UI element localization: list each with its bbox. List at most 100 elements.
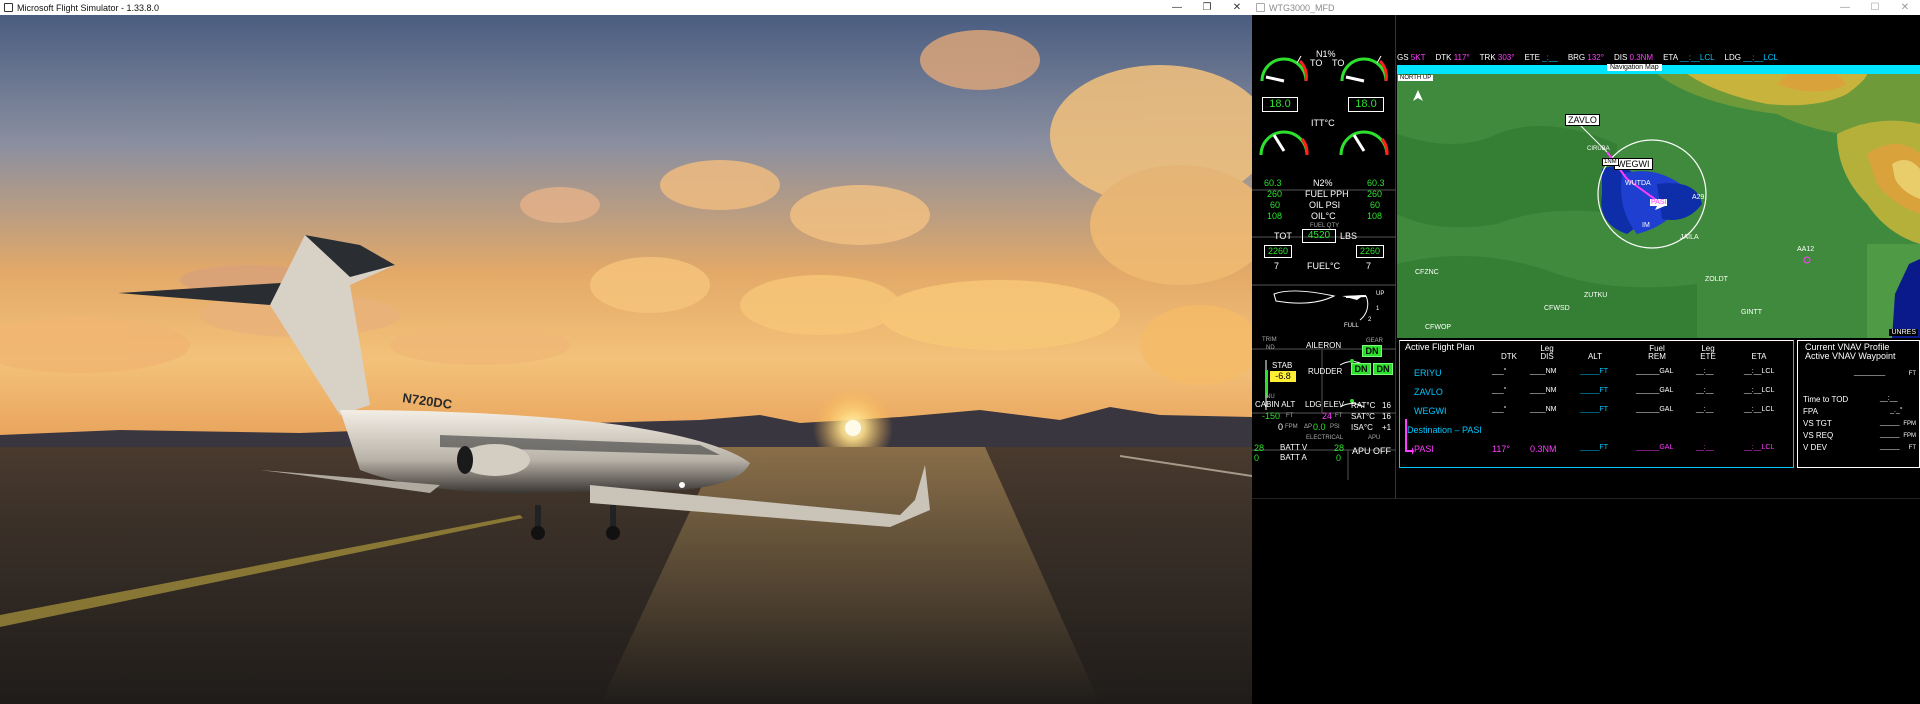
restore-button[interactable]: ❐ <box>1192 0 1222 15</box>
flight-plan-row[interactable]: WEGWI ___° ____NM _____FT ______GAL __:_… <box>1400 406 1795 420</box>
flight-plan-row[interactable]: ERIYU ___° ____NM _____FT ______GAL __:_… <box>1400 368 1795 382</box>
waypoint-cfznc[interactable]: CFZNC <box>1415 269 1439 276</box>
waypoint-cfwsd[interactable]: CFWSD <box>1544 305 1570 312</box>
trk-value: 303° <box>1497 52 1515 62</box>
map-title: Navigation Map <box>1607 64 1662 71</box>
fs-titlebar[interactable]: Microsoft Flight Simulator - 1.33.8.0 — … <box>0 0 1252 15</box>
row-alt: _____FT <box>1580 406 1609 413</box>
waypoint-wutda[interactable]: WUTDA <box>1625 180 1651 187</box>
trk-label: TRK <box>1479 52 1496 62</box>
vnav-vs-tgt-label: VS TGT <box>1803 419 1832 428</box>
waypoint-cfwop[interactable]: CFWOP <box>1425 324 1451 331</box>
flaps-2-label: 2 <box>1368 317 1372 323</box>
n1-to-left: TO <box>1310 58 1323 68</box>
fs-window-title: Microsoft Flight Simulator - 1.33.8.0 <box>17 2 160 13</box>
fuel-flow-label: FUEL PPH <box>1305 189 1349 199</box>
flight-plan-active-row[interactable]: PASI 117° 0.3NM _____FT ______GAL __:__ … <box>1400 444 1795 458</box>
map-range[interactable]: 1NM <box>1602 158 1619 166</box>
vnav-vs-req-unit: FPM <box>1903 433 1916 439</box>
flight-plan-title: Active Flight Plan <box>1405 342 1475 352</box>
fuel-temp-label: FUEL°C <box>1307 261 1341 271</box>
row-waypoint: ZAVLO <box>1414 387 1443 397</box>
n2-left: 60.3 <box>1264 178 1282 188</box>
close-button[interactable]: ✕ <box>1222 0 1252 15</box>
flight-simulator-window[interactable]: Microsoft Flight Simulator - 1.33.8.0 — … <box>0 0 1252 704</box>
fuel-right-readout: 2260 <box>1356 245 1384 258</box>
waypoint-gintt[interactable]: GINTT <box>1741 309 1762 316</box>
cabin-alt-unit: FT <box>1286 413 1294 419</box>
minimize-button[interactable]: — <box>1162 0 1192 15</box>
trim-label: TRIM <box>1262 337 1277 343</box>
app-icon <box>4 3 13 12</box>
flight-plan-row[interactable]: ZAVLO ___° ____NM _____FT ______GAL __:_… <box>1400 387 1795 401</box>
ldg-elev-value: 24 <box>1322 411 1333 421</box>
n2-label: N2% <box>1313 178 1333 188</box>
batt-a-left: 0 <box>1254 453 1260 463</box>
map-declutter-mode[interactable]: UNRES <box>1889 329 1918 336</box>
waypoint-jaila[interactable]: JAILA <box>1680 234 1699 241</box>
oil-psi-right: 60 <box>1370 200 1381 210</box>
delta-p-label: ΔP <box>1304 424 1313 430</box>
fuel-left-readout: 2260 <box>1264 245 1292 258</box>
vnav-subtitle: Active VNAV Waypoint <box>1805 351 1896 361</box>
brg-label: BRG <box>1567 52 1586 62</box>
batt-v-left: 28 <box>1254 443 1265 453</box>
row-waypoint: ERIYU <box>1414 368 1442 378</box>
vnav-fpa-value: _._° <box>1890 407 1903 414</box>
gear-nose-indicator: DN <box>1362 345 1382 357</box>
waypoint-pasi[interactable]: PASI <box>1650 199 1668 206</box>
waypoint-zavlo[interactable]: ZAVLO <box>1565 114 1600 126</box>
waypoint-zutku[interactable]: ZUTKU <box>1584 292 1607 299</box>
row-fuel: ______GAL <box>1636 406 1674 413</box>
mfd-titlebar[interactable]: WTG3000_MFD — ☐ ✕ <box>1252 0 1920 15</box>
waypoint-wegwi[interactable]: WEGWI <box>1614 158 1653 170</box>
sim-viewport[interactable]: N720DC <box>0 15 1252 704</box>
eta-label: ETA <box>1663 52 1678 62</box>
stab-label: STAB <box>1272 361 1293 370</box>
dtk-label: DTK <box>1435 52 1452 62</box>
minimize-button[interactable]: — <box>1830 0 1860 15</box>
header-fuel-bottom: REM <box>1648 352 1666 361</box>
fuel-flow-left: 260 <box>1267 189 1283 199</box>
ldg-elev-label: LDG ELEV <box>1305 400 1345 409</box>
waypoint-a29[interactable]: A29 <box>1692 194 1704 201</box>
destination-header: Destination – PASI <box>1407 425 1482 435</box>
row-dis: ____NM <box>1530 406 1557 413</box>
row-ete: __:__ <box>1696 444 1714 451</box>
batt-a-label: BATT A <box>1280 453 1307 462</box>
waypoint-ciruba[interactable]: CIRUBA <box>1587 146 1610 152</box>
n2-right: 60.3 <box>1367 178 1385 188</box>
waypoint-aa12[interactable]: AA12 <box>1797 246 1814 253</box>
ldg-value: __:__LCL <box>1743 52 1778 62</box>
gs-label: GS <box>1397 52 1409 62</box>
fuel-tot-label: TOT <box>1274 231 1292 241</box>
rat-label: RAT°C <box>1351 401 1376 410</box>
apu-label: APU <box>1368 435 1381 441</box>
n1-left-readout: 18.0 <box>1262 97 1298 112</box>
header-ete-bottom: ETE <box>1700 352 1716 361</box>
gear-left-indicator: DN <box>1351 363 1371 375</box>
header-dis-bottom: DIS <box>1540 352 1554 361</box>
row-alt: _____FT <box>1580 368 1609 375</box>
gs-value: 5KT <box>1410 52 1426 62</box>
waypoint-imd[interactable]: IM <box>1642 222 1650 229</box>
waypoint-zoldt[interactable]: ZOLDT <box>1705 276 1728 283</box>
row-dis: ____NM <box>1530 387 1557 394</box>
vnav-waypoint-value: ________ <box>1854 369 1886 376</box>
flaps-up-label: UP <box>1376 291 1385 297</box>
maximize-button[interactable]: ☐ <box>1860 0 1890 15</box>
oil-temp-left: 108 <box>1267 211 1283 221</box>
navigation-map[interactable]: NORTH UP ZAVLO WEGWI 1NM CIRUBA WUTDA PA… <box>1397 74 1920 338</box>
map-orientation[interactable]: NORTH UP <box>1398 75 1434 81</box>
row-fuel: ______GAL <box>1636 387 1674 394</box>
batt-v-right: 28 <box>1334 443 1345 453</box>
batt-a-right: 0 <box>1336 453 1342 463</box>
close-button[interactable]: ✕ <box>1890 0 1920 15</box>
batt-v-label: BATT V <box>1280 443 1308 452</box>
mfd-window-title: WTG3000_MFD <box>1269 2 1335 13</box>
cabin-rate-value: 0 <box>1278 422 1284 432</box>
oil-psi-left: 60 <box>1270 200 1281 210</box>
cabin-alt-value: -150 <box>1262 411 1281 421</box>
row-dtk: ___° <box>1492 368 1507 375</box>
mfd-window[interactable]: WTG3000_MFD — ☐ ✕ N1% TO TO 18.0 18.0 IT… <box>1252 0 1920 704</box>
